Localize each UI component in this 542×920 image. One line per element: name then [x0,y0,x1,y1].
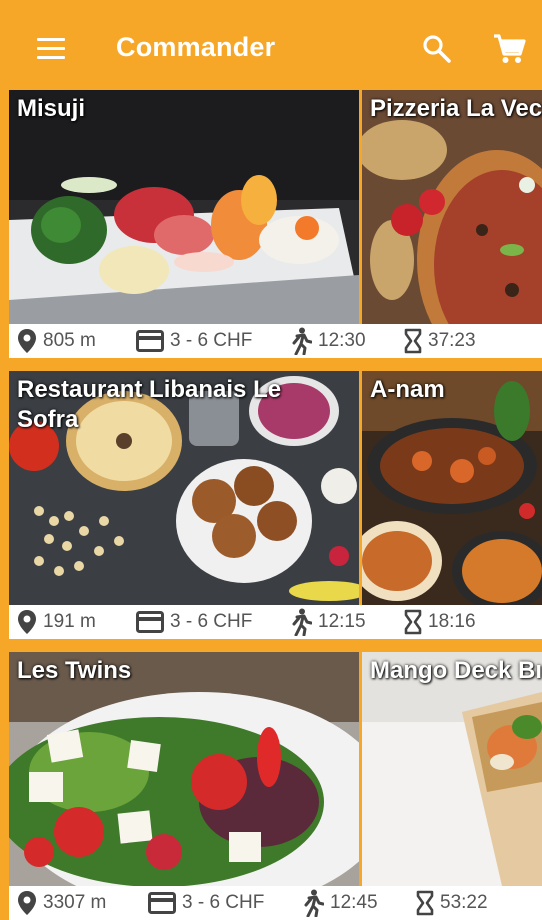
app-screen: Commander Misuji Pizzeria La Vec Restaur… [0,0,542,920]
countdown-text: 18:16 [428,611,476,632]
distance-text: 805 m [43,330,96,351]
search-button[interactable] [422,34,452,64]
pickup-time-text: 12:30 [318,330,366,351]
info-bar-misuji: 805 m 3 - 6 CHF 12:30 37:23 [9,324,542,358]
app-bar: Commander [9,10,542,90]
menu-button[interactable] [37,38,65,60]
walking-icon [292,327,312,355]
sashimi-plate-image [9,90,359,324]
pizza-image [362,90,542,324]
restaurant-name: Mango Deck Bı [370,657,542,684]
wrap-box-image [362,652,542,886]
hourglass-icon [416,890,434,916]
restaurant-name: Les Twins [17,657,132,684]
info-bar-les-twins: 3307 m 3 - 6 CHF 12:45 53:22 [9,886,542,920]
countdown-text: 37:23 [428,330,476,351]
walking-icon [304,889,324,917]
restaurant-card-anam[interactable]: A-nam [362,371,542,605]
countdown-text: 53:22 [440,892,488,913]
restaurant-name: Pizzeria La Vec [370,95,542,122]
cart-button[interactable] [492,32,526,66]
price-text: 3 - 6 CHF [170,330,253,351]
menu-icon-bar [37,56,65,59]
walking-icon [292,608,312,636]
restaurant-card-mango-deck[interactable]: Mango Deck Bı [362,652,542,886]
hourglass-icon [404,609,422,635]
cart-icon [494,34,526,63]
card-icon [148,892,176,914]
card-icon [136,611,164,633]
page-title: Commander [116,32,276,62]
card-icon [136,330,164,352]
hourglass-icon [404,328,422,354]
price-text: 3 - 6 CHF [182,892,265,913]
restaurant-name: Misuji [17,95,86,122]
asian-food-image [362,371,542,605]
location-pin-icon [18,329,36,353]
restaurant-grid: Misuji Pizzeria La Vec Restaurant Libana… [9,90,542,920]
menu-icon-bar [37,47,65,50]
restaurant-card-pizzeria[interactable]: Pizzeria La Vec [362,90,542,324]
price-text: 3 - 6 CHF [170,611,253,632]
pickup-time-text: 12:15 [318,611,366,632]
restaurant-card-misuji[interactable]: Misuji [9,90,359,324]
restaurant-name: Restaurant Libanais Le Sofra [17,376,282,433]
info-bar-sofra: 191 m 3 - 6 CHF 12:15 18:16 [9,605,542,639]
restaurant-card-les-twins[interactable]: Les Twins [9,652,359,886]
location-pin-icon [18,610,36,634]
pickup-time-text: 12:45 [330,892,378,913]
restaurant-name: A-nam [370,376,445,403]
distance-text: 191 m [43,611,96,632]
menu-icon [37,38,65,41]
location-pin-icon [18,891,36,915]
restaurant-card-sofra[interactable]: Restaurant Libanais Le Sofra [9,371,359,605]
search-icon [423,35,451,63]
distance-text: 3307 m [43,892,107,913]
salad-image [9,652,359,886]
